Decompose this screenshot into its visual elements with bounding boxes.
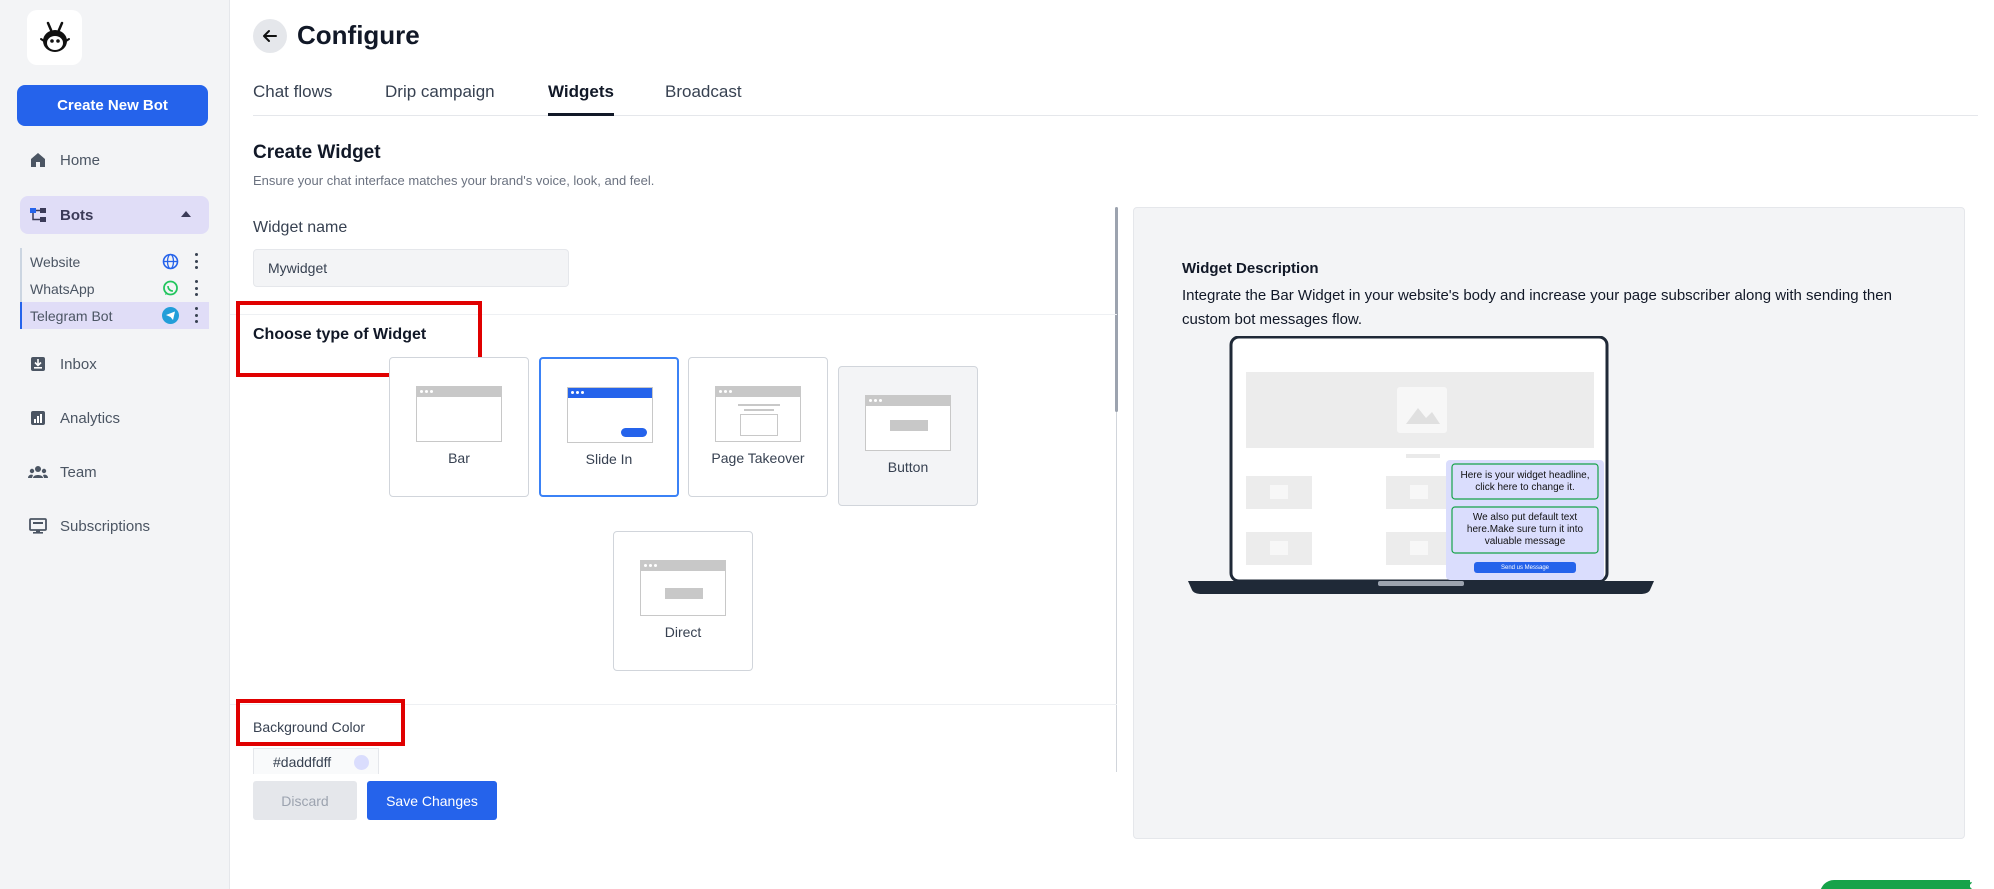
- scrollbar-thumb[interactable]: [1115, 207, 1118, 412]
- widget-description-title: Widget Description: [1182, 260, 1319, 277]
- app-root: Create New Bot Home Bots Website WhatsAp…: [0, 0, 1994, 889]
- bar-preview-icon: [416, 386, 502, 442]
- channel-label: Website: [30, 253, 81, 270]
- widget-type-label: Choose type of Widget: [253, 326, 427, 343]
- button-preview-icon: [865, 395, 951, 451]
- widget-type-label: Page Takeover: [711, 450, 805, 466]
- close-icon[interactable]: ✕: [1962, 878, 1974, 889]
- tab-chat-flows[interactable]: Chat flows: [253, 82, 332, 116]
- channel-label: WhatsApp: [30, 280, 95, 297]
- chat-launcher[interactable]: [1820, 880, 1970, 889]
- sidebar-item-label: Home: [60, 151, 101, 169]
- background-color-input[interactable]: #daddfdff: [253, 748, 379, 774]
- bots-flow-icon: [28, 205, 48, 225]
- sidebar-item-inbox[interactable]: Inbox: [28, 352, 97, 376]
- bot-channel-list: Website WhatsApp Telegram Bot: [20, 248, 209, 329]
- widget-type-slide-in[interactable]: Slide In: [539, 357, 679, 497]
- caret-up-icon[interactable]: [181, 211, 191, 217]
- sidebar-item-telegram-bot[interactable]: Telegram Bot: [20, 302, 209, 329]
- tab-drip-campaign[interactable]: Drip campaign: [385, 82, 495, 116]
- page-title: Configure: [297, 20, 420, 50]
- arrow-left-icon: [263, 30, 277, 42]
- widget-type-button[interactable]: Button: [838, 366, 978, 506]
- tab-widgets[interactable]: Widgets: [548, 82, 614, 116]
- more-options-icon[interactable]: [195, 307, 199, 323]
- widget-type-direct[interactable]: Direct: [613, 531, 753, 671]
- sidebar-item-label: Analytics: [60, 409, 121, 427]
- subscriptions-icon: [28, 516, 48, 536]
- more-options-icon[interactable]: [195, 280, 199, 296]
- telegram-icon: [162, 307, 179, 324]
- tab-broadcast[interactable]: Broadcast: [665, 82, 742, 116]
- channel-label: Telegram Bot: [30, 307, 113, 324]
- widget-name-input[interactable]: [253, 249, 569, 287]
- sidebar-item-analytics[interactable]: Analytics: [28, 406, 120, 430]
- widget-type-label: Button: [887, 459, 929, 475]
- app-logo[interactable]: [27, 10, 82, 65]
- sidebar-item-home[interactable]: Home: [28, 148, 100, 172]
- sidebar-item-label: Team: [60, 463, 97, 481]
- color-swatch[interactable]: [354, 755, 369, 770]
- sidebar: Create New Bot Home Bots Website WhatsAp…: [0, 0, 230, 889]
- bug-logo-icon: [39, 21, 70, 52]
- section-subtitle: Ensure your chat interface matches your …: [253, 173, 655, 188]
- background-color-value: #daddfdff: [273, 753, 332, 770]
- laptop-preview: Here is your widget headline, click here…: [1188, 335, 1654, 596]
- home-icon: [28, 150, 48, 170]
- tab-bar: Chat flows Drip campaign Widgets Broadca…: [253, 80, 1978, 116]
- globe-icon: [162, 253, 179, 270]
- sidebar-item-subscriptions[interactable]: Subscriptions: [28, 514, 150, 538]
- page-takeover-preview-icon: [715, 386, 801, 442]
- widget-type-page-takeover[interactable]: Page Takeover: [688, 357, 828, 497]
- sidebar-item-team[interactable]: Team: [28, 460, 97, 484]
- sidebar-item-label: Inbox: [60, 355, 97, 373]
- slide-in-preview-icon: [567, 387, 653, 443]
- widget-type-bar[interactable]: Bar: [389, 357, 529, 497]
- widget-type-label: Direct: [664, 624, 702, 640]
- background-color-label: Background Color: [253, 719, 366, 735]
- create-new-bot-button[interactable]: Create New Bot: [17, 85, 208, 126]
- inbox-icon: [28, 354, 48, 374]
- discard-button[interactable]: Discard: [253, 781, 357, 820]
- sidebar-item-label: Subscriptions: [60, 517, 151, 535]
- sidebar-item-whatsapp[interactable]: WhatsApp: [22, 275, 209, 302]
- widget-cta-button: Send us Message: [1500, 564, 1550, 571]
- sidebar-bots-label: Bots: [60, 206, 94, 224]
- team-icon: [28, 462, 48, 482]
- back-button[interactable]: [253, 19, 287, 53]
- widget-body-text: We also put default text here.Make sure …: [1466, 512, 1584, 547]
- section-title: Create Widget: [253, 142, 381, 163]
- sidebar-item-bots[interactable]: Bots: [20, 196, 209, 234]
- widget-type-label: Bar: [448, 450, 470, 466]
- save-changes-button[interactable]: Save Changes: [367, 781, 497, 820]
- widget-headline-text: Here is your widget headline, click here…: [1460, 469, 1590, 493]
- analytics-icon: [28, 408, 48, 428]
- direct-preview-icon: [640, 560, 726, 616]
- widget-name-label: Widget name: [253, 219, 348, 236]
- widget-type-label: Slide In: [585, 451, 633, 467]
- widget-form-panel: [253, 207, 1117, 772]
- widget-description-text: Integrate the Bar Widget in your website…: [1182, 287, 1892, 328]
- sidebar-item-website[interactable]: Website: [22, 248, 209, 275]
- whatsapp-icon: [162, 280, 179, 297]
- more-options-icon[interactable]: [195, 253, 199, 269]
